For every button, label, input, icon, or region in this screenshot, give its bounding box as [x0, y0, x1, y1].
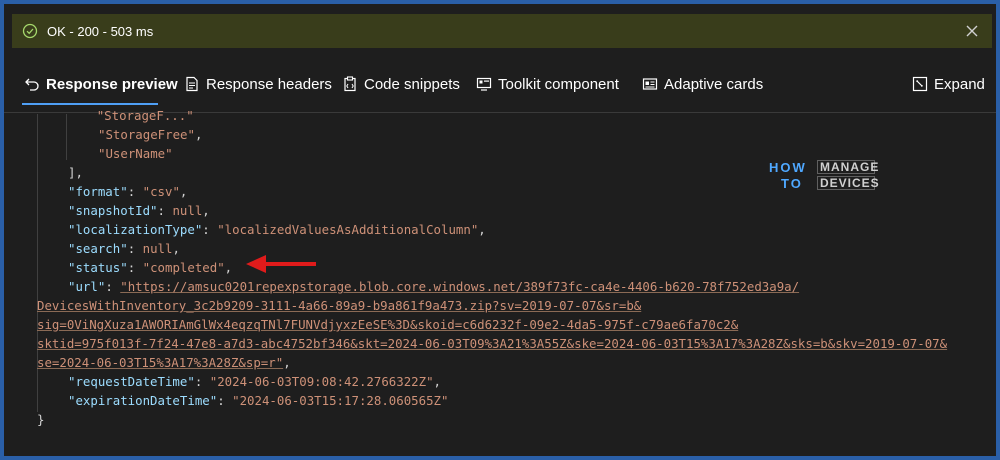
watermark-logo: HOW TO MANAGE DEVICES: [769, 160, 880, 191]
code-line: }: [37, 412, 45, 427]
download-url-link[interactable]: sig=0ViNgXuza1AWORIAmGlWx4eqzqTNl7FUNVdj…: [37, 317, 738, 332]
toolkit-icon: [476, 76, 492, 92]
tab-adaptive-cards[interactable]: Adaptive cards: [642, 70, 763, 98]
code-line: "StorageF...": [96, 108, 194, 123]
code-line: "UserName": [98, 146, 173, 161]
card-icon: [642, 76, 658, 92]
tab-response-headers[interactable]: Response headers: [184, 70, 332, 98]
code-line: "snapshotId": null,: [68, 203, 210, 218]
tab-label: Response headers: [206, 75, 332, 93]
tab-label: Code snippets: [364, 75, 460, 93]
red-arrow-annotation-icon: [246, 255, 316, 273]
graph-explorer-response-panel: OK - 200 - 503 ms Response preview Respo…: [4, 4, 996, 456]
tab-label: Adaptive cards: [664, 75, 764, 93]
code-line: "url": "https://amsuc0201repexpstorage.b…: [68, 279, 800, 294]
tab-code-snippets[interactable]: Code snippets: [342, 70, 460, 98]
code-line: "search": null,: [68, 241, 180, 256]
download-url-link[interactable]: DevicesWithInventory_3c2b9209-3111-4a66-…: [37, 298, 641, 313]
tab-label: Expand: [934, 75, 985, 93]
download-url-link[interactable]: se=2024-06-03T15%3A17%3A28Z&sp=r": [37, 355, 283, 370]
response-tabs: Response preview Response headers Code s…: [4, 60, 996, 108]
code-line-status: "status": "completed",: [68, 260, 233, 275]
tab-label: Toolkit component: [498, 75, 619, 93]
tab-label: Response preview: [46, 75, 178, 93]
document-icon: [184, 76, 200, 92]
status-text: OK - 200 - 503 ms: [47, 23, 154, 39]
tab-toolkit-component[interactable]: Toolkit component: [476, 70, 619, 98]
expand-icon: [912, 76, 928, 92]
code-line: "localizationType": "localizedValuesAsAd…: [68, 222, 486, 237]
download-url-link[interactable]: "https://amsuc0201repexpstorage.blob.cor…: [120, 279, 799, 294]
code-line: "format": "csv",: [68, 184, 188, 199]
code-line: sktid=975f013f-7f24-47e8-a7d3-abc4752bf3…: [37, 334, 947, 353]
check-circle-icon: [22, 23, 38, 39]
active-tab-indicator: [22, 103, 158, 105]
code-line: "StorageFree",: [98, 127, 203, 142]
close-icon[interactable]: [962, 21, 982, 41]
undo-arrow-icon: [24, 76, 40, 92]
code-line: se=2024-06-03T15%3A17%3A28Z&sp=r",: [37, 355, 291, 370]
code-line: DevicesWithInventory_3c2b9209-3111-4a66-…: [37, 296, 641, 315]
code-line: "expirationDateTime": "2024-06-03T15:17:…: [68, 393, 449, 408]
code-line: ],: [68, 165, 83, 180]
clipboard-icon: [342, 76, 358, 92]
expand-button[interactable]: Expand: [912, 70, 985, 98]
status-bar: OK - 200 - 503 ms: [12, 14, 992, 48]
code-line: "requestDateTime": "2024-06-03T09:08:42.…: [68, 374, 442, 389]
tab-response-preview[interactable]: Response preview: [24, 70, 178, 98]
code-line: sig=0ViNgXuza1AWORIAmGlWx4eqzqTNl7FUNVdj…: [37, 315, 738, 334]
download-url-link[interactable]: sktid=975f013f-7f24-47e8-a7d3-abc4752bf3…: [37, 336, 947, 351]
